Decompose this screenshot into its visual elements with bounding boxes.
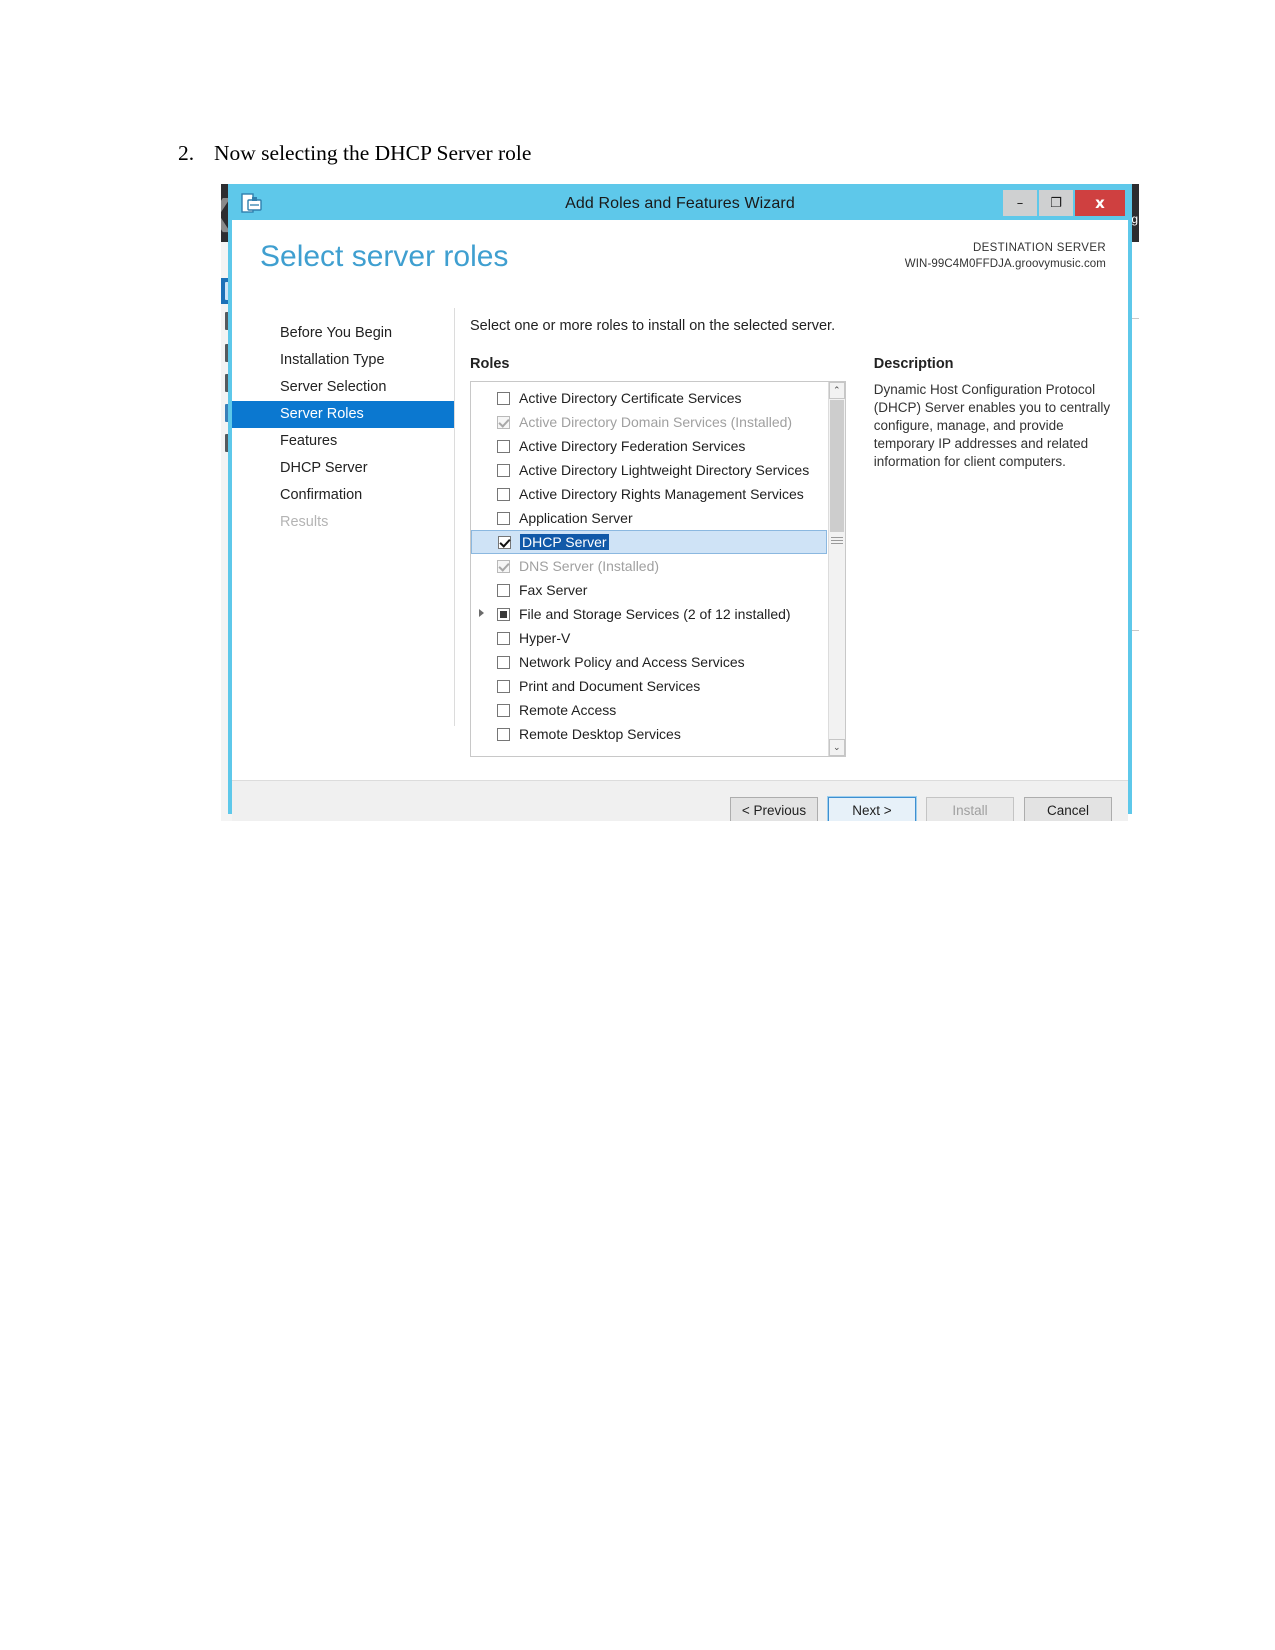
window-controls: – ❐ x [1003,190,1125,216]
checkbox-icon[interactable] [497,439,510,453]
roles-heading: Roles [470,356,510,372]
previous-button[interactable]: < Previous [730,797,818,821]
background-right-text: g [1131,212,1138,226]
role-item: Active Directory Domain Services (Instal… [471,410,827,434]
roles-listbox[interactable]: Active Directory Certificate Services Ac… [470,381,846,757]
nav-item-before-you-begin[interactable]: Before You Begin [232,320,454,347]
role-label: Application Server [519,510,633,526]
checkbox-icon[interactable] [497,631,510,645]
close-button[interactable]: x [1075,190,1125,216]
checkbox-icon[interactable] [497,655,510,669]
wizard-nav: Before You Begin Installation Type Serve… [232,286,454,536]
next-button[interactable]: Next > [827,796,917,821]
role-label: Active Directory Certificate Services [519,390,742,406]
role-label: Hyper-V [519,630,571,646]
role-label: Fax Server [519,582,588,598]
role-label: Active Directory Federation Services [519,438,746,454]
nav-item-server-selection[interactable]: Server Selection [232,374,454,401]
role-label: File and Storage Services (2 of 12 insta… [519,606,791,622]
minimize-button[interactable]: – [1003,190,1037,216]
role-label: DHCP Server [520,534,609,550]
role-label: DNS Server (Installed) [519,558,660,574]
role-item[interactable]: Application Server [471,506,827,530]
checkbox-icon[interactable] [497,511,510,525]
role-item[interactable]: Active Directory Rights Management Servi… [471,482,827,506]
nav-item-server-roles[interactable]: Server Roles [232,401,454,428]
nav-divider [454,308,455,726]
checkbox-icon[interactable] [497,703,510,717]
role-item[interactable]: Active Directory Certificate Services [471,386,827,410]
page-title: Select server roles [260,240,509,273]
destination-server-block: DESTINATION SERVER WIN-99C4M0FFDJA.groov… [905,241,1106,272]
role-item-dhcp-server[interactable]: DHCP Server [471,530,827,554]
role-item[interactable]: Remote Access [471,698,827,722]
dialog-body: Select server roles DESTINATION SERVER W… [232,220,1128,780]
add-roles-wizard-dialog: Add Roles and Features Wizard – ❐ x Sele… [228,184,1132,821]
roles-list: Active Directory Certificate Services Ac… [471,386,827,746]
intro-text: Select one or more roles to install on t… [470,318,836,334]
role-label: Active Directory Lightweight Directory S… [519,462,810,478]
nav-item-results: Results [280,514,329,530]
scrollbar-grip-icon [830,537,843,544]
description-text: Dynamic Host Configuration Protocol (DHC… [873,382,1111,469]
page-content: Select one or more roles to install on t… [470,286,1112,757]
checkbox-icon [497,559,510,573]
roles-scrollbar[interactable]: ⌃ ⌄ [827,382,845,756]
role-item[interactable]: File and Storage Services (2 of 12 insta… [471,602,827,626]
checkbox-icon[interactable] [497,679,510,693]
checkbox-icon[interactable] [498,535,511,549]
document-list-item: 2. Now selecting the DHCP Server role [178,141,1078,166]
page-header: Select server roles DESTINATION SERVER W… [232,220,1128,286]
scroll-down-button[interactable]: ⌄ [828,739,845,756]
checkbox-icon[interactable] [497,607,510,621]
dialog-footer: < Previous Next > Install Cancel [232,780,1128,821]
scroll-up-button[interactable]: ⌃ [828,382,845,399]
role-item[interactable]: Active Directory Lightweight Directory S… [471,458,827,482]
expand-triangle-icon[interactable] [479,609,484,617]
role-label: Remote Access [519,702,617,718]
checkbox-icon[interactable] [497,391,510,405]
list-text: Now selecting the DHCP Server role [214,141,532,165]
roles-column: Roles Active Directory Certificate Servi… [470,356,846,757]
destination-server-name: WIN-99C4M0FFDJA.groovymusic.com [904,257,1106,270]
role-item[interactable]: Hyper-V [471,626,827,650]
role-item[interactable]: Remote Desktop Services [471,722,827,746]
role-item[interactable]: Fax Server [471,578,827,602]
maximize-button[interactable]: ❐ [1039,190,1073,216]
scrollbar-thumb[interactable] [829,400,844,532]
checkbox-icon[interactable] [497,487,510,501]
role-label: Network Policy and Access Services [519,654,745,670]
role-label: Active Directory Domain Services (Instal… [519,414,793,430]
role-item[interactable]: Network Policy and Access Services [471,650,827,674]
install-button: Install [926,797,1014,821]
description-heading: Description [873,356,954,372]
nav-item-confirmation[interactable]: Confirmation [232,482,454,509]
role-label: Remote Desktop Services [519,726,681,742]
window-titlebar: Add Roles and Features Wizard – ❐ x [232,188,1128,220]
role-item[interactable]: Active Directory Federation Services [471,434,827,458]
checkbox-icon [497,415,510,429]
nav-item-dhcp-server[interactable]: DHCP Server [232,455,454,482]
checkbox-icon[interactable] [497,463,510,477]
description-column: Description Dynamic Host Configuration P… [874,356,1112,757]
checkbox-icon[interactable] [497,727,510,741]
list-number: 2. [178,141,195,165]
role-label: Print and Document Services [519,678,701,694]
wizard-icon [241,193,263,214]
window-title: Add Roles and Features Wizard [565,195,795,212]
cancel-button[interactable]: Cancel [1024,797,1112,821]
button-row: < Previous Next > Install Cancel [730,796,1112,821]
nav-item-features[interactable]: Features [232,428,454,455]
embedded-screenshot: ❮ g Add Roles and Features Wizar [221,184,1139,821]
checkbox-icon[interactable] [497,583,510,597]
role-item: DNS Server (Installed) [471,554,827,578]
nav-item-installation-type[interactable]: Installation Type [232,347,454,374]
role-item[interactable]: Print and Document Services [471,674,827,698]
destination-label: DESTINATION SERVER [972,242,1106,254]
role-label: Active Directory Rights Management Servi… [519,486,804,502]
